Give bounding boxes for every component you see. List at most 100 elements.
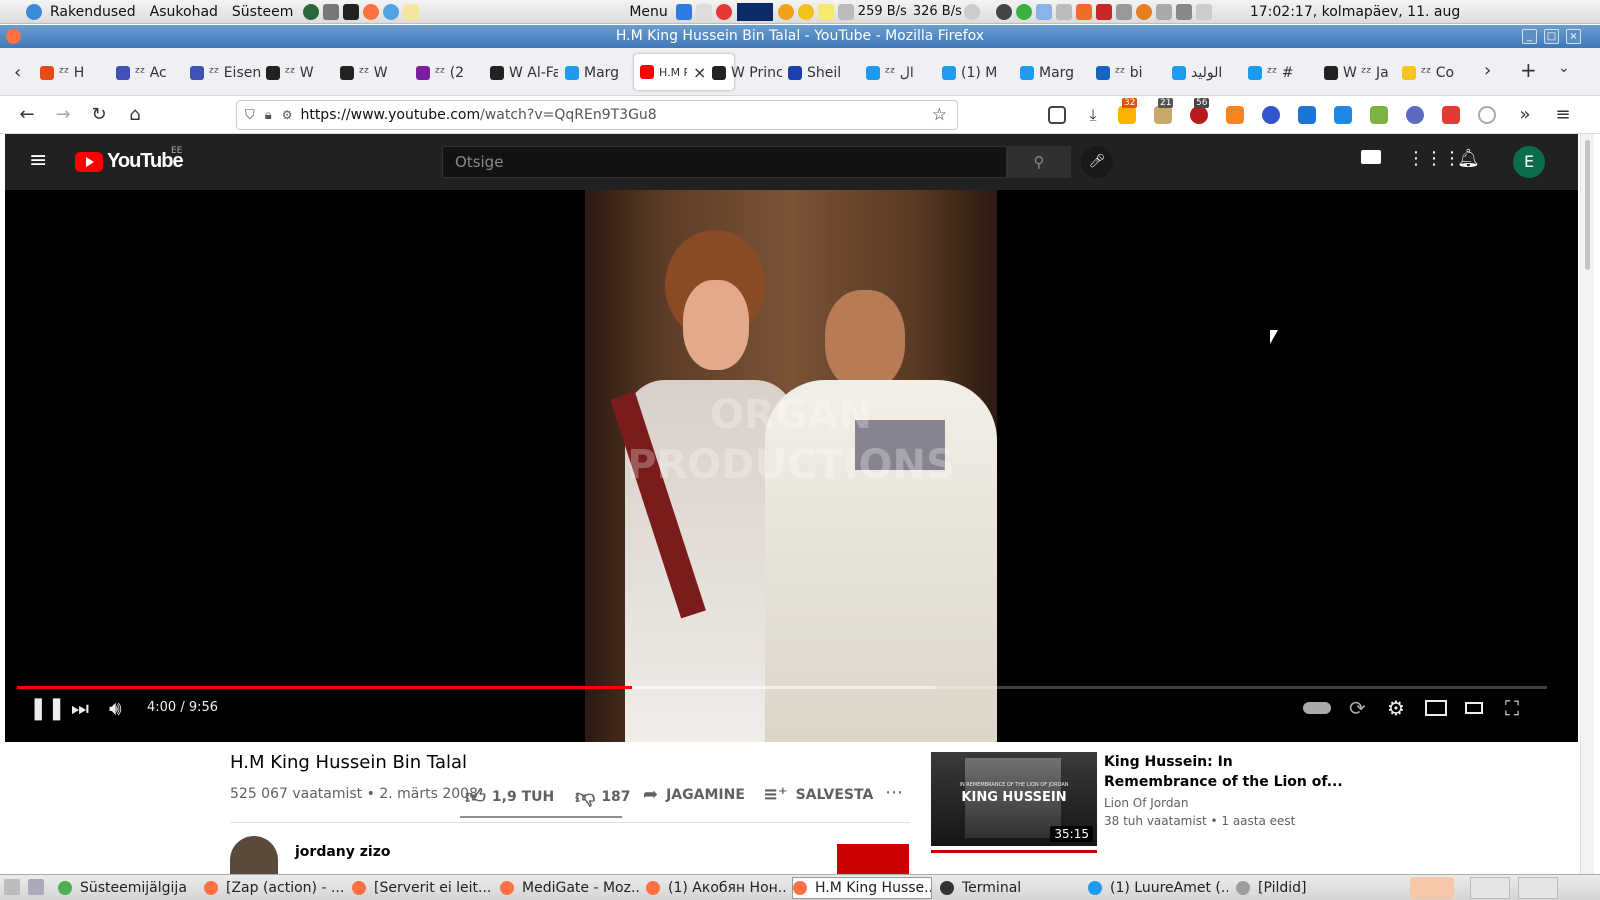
tray-icon[interactable] [1095, 3, 1112, 20]
youtube-play-logo-icon[interactable] [75, 152, 103, 172]
tab[interactable]: W Princ [712, 60, 782, 86]
extension-icon[interactable] [1370, 106, 1388, 124]
taskbar-window-button[interactable]: Terminal [940, 877, 1080, 899]
home-icon[interactable]: ⌂ [122, 102, 148, 128]
bluetooth-icon[interactable] [1035, 3, 1052, 20]
list-tabs-chevron-down-icon[interactable]: ⌄ [1558, 60, 1570, 76]
taskbar-window-button[interactable]: [Pildid] [1236, 877, 1366, 899]
tab[interactable]: ᶻᶻ (2 [416, 60, 484, 86]
tabs-scroll-left-icon[interactable]: ‹ [14, 62, 21, 83]
menu-system[interactable]: Süsteem [232, 4, 293, 20]
fullscreen-icon[interactable]: ⛶ [1505, 696, 1519, 720]
search-applet-icon[interactable] [797, 3, 814, 20]
tray-icon[interactable] [1155, 3, 1172, 20]
link-extension-icon[interactable] [1262, 106, 1280, 124]
share-button[interactable]: ➦ JAGAMINE [643, 784, 745, 805]
clock[interactable]: 17:02:17, kolmapäev, 11. aug [1250, 4, 1460, 20]
clipboard-icon[interactable] [1195, 3, 1212, 20]
window-titlebar[interactable]: H.M King Hussein Bin Talal - YouTube - M… [0, 25, 1600, 48]
menu-places[interactable]: Asukohad [150, 4, 218, 20]
text-editor-launcher-icon[interactable] [403, 3, 420, 20]
apps-grid-icon[interactable]: ⋮⋮⋮ [1407, 148, 1461, 169]
workspace-switcher[interactable] [1518, 877, 1558, 899]
progress-bar[interactable] [17, 686, 1547, 689]
show-desktop-icon[interactable] [4, 879, 20, 895]
like-button[interactable]: 👍︎ 1,9 TUH [465, 784, 554, 809]
tray-icon[interactable] [1135, 3, 1152, 20]
maximize-icon[interactable]: □ [1544, 29, 1559, 44]
tab[interactable]: ᶻᶻ bi [1096, 60, 1166, 86]
shield-icon[interactable]: ⛉ [245, 108, 255, 123]
taskbar-window-button[interactable]: [Serverit ei leit... [352, 877, 492, 899]
distro-logo-icon[interactable] [26, 3, 42, 20]
tab[interactable]: Marg [565, 60, 633, 86]
network-icon[interactable] [1175, 3, 1192, 20]
workspace-switcher[interactable] [1470, 877, 1510, 899]
taskbar-window-button[interactable]: (1) Акобян Нон... [646, 877, 786, 899]
tab[interactable]: ᶻᶻ Co [1402, 60, 1472, 86]
thunderbird-launcher-icon[interactable] [383, 3, 400, 20]
tab[interactable]: ᶻᶻ Eisen [190, 60, 262, 86]
avatar[interactable]: E [1513, 146, 1545, 178]
extension-icon[interactable] [1298, 106, 1316, 124]
permissions-icon[interactable]: ⚙ [282, 108, 293, 122]
tab[interactable]: ᶻᶻ W [266, 60, 334, 86]
notes-applet-icon[interactable] [817, 3, 834, 20]
tab[interactable]: Sheil [788, 60, 858, 86]
extension-icon[interactable] [1442, 106, 1460, 124]
extension-icon[interactable] [1406, 106, 1424, 124]
close-icon[interactable]: × [1566, 29, 1581, 44]
volume-icon[interactable]: 🔊︎ [109, 696, 122, 720]
update-applet-icon[interactable] [715, 3, 732, 20]
channel-avatar[interactable] [230, 836, 278, 876]
weather-icon[interactable] [777, 3, 794, 20]
tray-check-icon[interactable] [1015, 3, 1032, 20]
back-arrow-icon[interactable]: ← [14, 102, 40, 128]
ublock-icon[interactable] [1190, 106, 1208, 124]
notifications-bell-icon[interactable]: 🔔︎ [1457, 148, 1480, 169]
settings-gear-icon[interactable]: ⚙ [1387, 696, 1405, 720]
tab-close-icon[interactable]: × [693, 63, 706, 82]
menu-applications[interactable]: Rakendused [50, 4, 136, 20]
globe-launcher-icon[interactable] [303, 3, 320, 20]
page-scrollbar[interactable] [1580, 134, 1594, 874]
microphone-icon[interactable]: 🎤︎ [1081, 146, 1113, 178]
taskbar-window-button[interactable]: [Zap (action) - ... [204, 877, 344, 899]
more-actions-icon[interactable]: ⋯ [885, 782, 903, 803]
taskbar-window-button[interactable]: Süsteemijälgija [58, 877, 198, 899]
volume-icon[interactable] [963, 3, 980, 20]
hamburger-menu-icon[interactable]: ≡ [1550, 102, 1576, 128]
url-bar[interactable]: ⛉ 🔒︎ ⚙ https://www.youtube.com/watch?v=Q… [236, 100, 958, 130]
tray-icon[interactable] [1055, 3, 1072, 20]
applet-icon[interactable] [837, 3, 854, 20]
firefox-icon[interactable] [6, 29, 21, 44]
miniplayer-icon[interactable] [1425, 700, 1447, 716]
search-input[interactable]: Otsige [442, 146, 1007, 178]
save-button[interactable]: ≡⁺ SALVESTA [763, 784, 873, 805]
power-icon[interactable] [1478, 106, 1496, 124]
menu-icon[interactable] [607, 4, 623, 20]
related-video-thumbnail[interactable]: IN REMEMBRANCE OF THE LION OF JORDAN KIN… [931, 752, 1097, 846]
video-player[interactable]: ORGAN PRODUCTIONS ❚❚ ⏭︎ 🔊︎ 4:00 / 9:56 ⟳… [5, 190, 1578, 742]
tabs-scroll-right-icon[interactable]: › [1484, 60, 1491, 81]
metamask-icon[interactable] [1226, 106, 1244, 124]
extension-icon[interactable] [1118, 106, 1136, 124]
channel-name[interactable]: jordany zizo [295, 844, 390, 860]
firefox-launcher-icon[interactable] [363, 3, 380, 20]
guide-menu-icon[interactable]: ≡ [29, 148, 47, 173]
tray-icon[interactable] [1115, 3, 1132, 20]
extension-icon[interactable] [1334, 106, 1352, 124]
tab[interactable]: Marg [1020, 60, 1090, 86]
tab[interactable]: (1) M [942, 60, 1012, 86]
subscribe-button[interactable] [837, 844, 909, 874]
taskbar-window-button[interactable]: MediGate - Moz... [500, 877, 640, 899]
new-tab-plus-icon[interactable]: + [1520, 58, 1537, 82]
related-video-title[interactable]: King Hussein: In Remembrance of the Lion… [1104, 752, 1343, 792]
monitor-launcher-icon[interactable] [323, 3, 340, 20]
lock-icon[interactable]: 🔒︎ [265, 108, 272, 123]
tray-icon[interactable] [1075, 3, 1092, 20]
loop-icon[interactable]: ⟳ [1349, 696, 1366, 720]
pause-icon[interactable]: ❚❚ [29, 696, 66, 721]
pocket-icon[interactable] [1048, 106, 1066, 124]
tab[interactable]: ᶻᶻ H [40, 60, 108, 86]
